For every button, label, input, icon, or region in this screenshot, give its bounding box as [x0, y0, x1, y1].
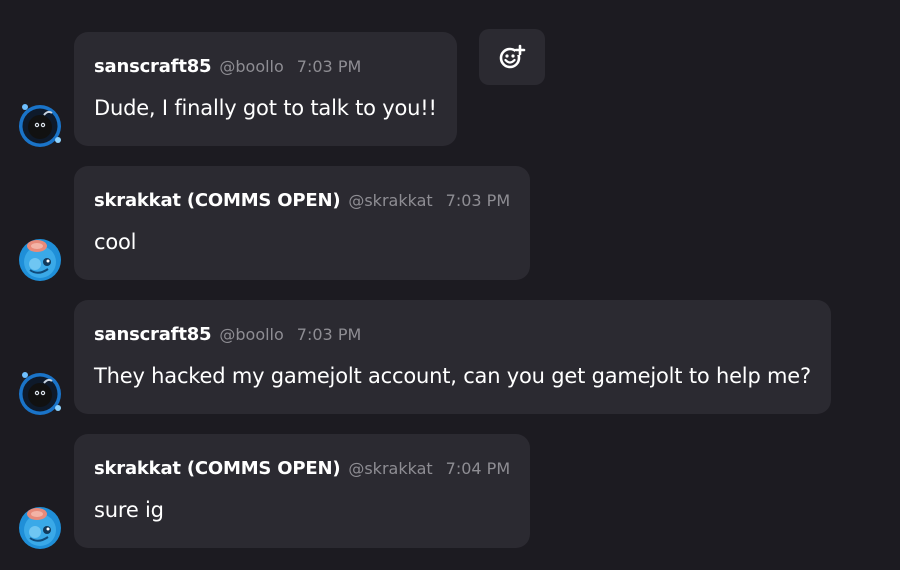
- message-text: sure ig: [94, 498, 164, 522]
- chat-message: sanscraft85 @boollo 7:03 PM They hacked …: [0, 300, 900, 416]
- message-header: sanscraft85 @boollo 7:03 PM: [94, 56, 437, 82]
- message-bubble[interactable]: sanscraft85 @boollo 7:03 PM Dude, I fina…: [74, 32, 457, 146]
- timestamp: 7:03 PM: [445, 191, 511, 210]
- username[interactable]: sanscraft85: [94, 324, 212, 345]
- username[interactable]: skrakkat (COMMS OPEN): [94, 458, 341, 479]
- character-avatar-icon: [19, 507, 61, 549]
- timestamp: 7:04 PM: [445, 459, 511, 478]
- message-text: cool: [94, 230, 137, 254]
- chat-message: sanscraft85 @boollo 7:03 PM Dude, I fina…: [0, 32, 900, 148]
- chat-message: skrakkat (COMMS OPEN) @skrakkat 7:03 PM …: [0, 166, 900, 282]
- message-text: They hacked my gamejolt account, can you…: [94, 364, 811, 388]
- add-reaction-button[interactable]: [479, 29, 545, 85]
- timestamp: 7:03 PM: [296, 57, 362, 76]
- message-header: skrakkat (COMMS OPEN) @skrakkat 7:03 PM: [94, 190, 510, 216]
- message-header: skrakkat (COMMS OPEN) @skrakkat 7:04 PM: [94, 458, 510, 484]
- message-bubble[interactable]: skrakkat (COMMS OPEN) @skrakkat 7:03 PM …: [74, 166, 531, 280]
- user-handle[interactable]: @boollo: [219, 57, 283, 76]
- add-reaction-icon: [499, 44, 526, 69]
- chat-message: skrakkat (COMMS OPEN) @skrakkat 7:04 PM …: [0, 434, 900, 550]
- avatar-sanscraft85[interactable]: [18, 104, 62, 148]
- timestamp: 7:03 PM: [296, 325, 362, 344]
- avatar-sanscraft85[interactable]: [18, 372, 62, 416]
- user-handle[interactable]: @skrakkat: [348, 191, 432, 210]
- message-text: Dude, I finally got to talk to you!!: [94, 96, 437, 120]
- username[interactable]: sanscraft85: [94, 56, 212, 77]
- avatar-skrakkat[interactable]: [18, 506, 62, 550]
- message-bubble[interactable]: sanscraft85 @boollo 7:03 PM They hacked …: [74, 300, 831, 414]
- character-avatar-icon: [19, 239, 61, 281]
- user-handle[interactable]: @boollo: [219, 325, 283, 344]
- bomb-avatar-icon: [19, 372, 61, 415]
- message-bubble[interactable]: skrakkat (COMMS OPEN) @skrakkat 7:04 PM …: [74, 434, 531, 548]
- avatar-skrakkat[interactable]: [18, 238, 62, 282]
- message-header: sanscraft85 @boollo 7:03 PM: [94, 324, 811, 350]
- bomb-avatar-icon: [19, 104, 61, 147]
- username[interactable]: skrakkat (COMMS OPEN): [94, 190, 341, 211]
- user-handle[interactable]: @skrakkat: [348, 459, 432, 478]
- chat-log: sanscraft85 @boollo 7:03 PM Dude, I fina…: [0, 0, 900, 570]
